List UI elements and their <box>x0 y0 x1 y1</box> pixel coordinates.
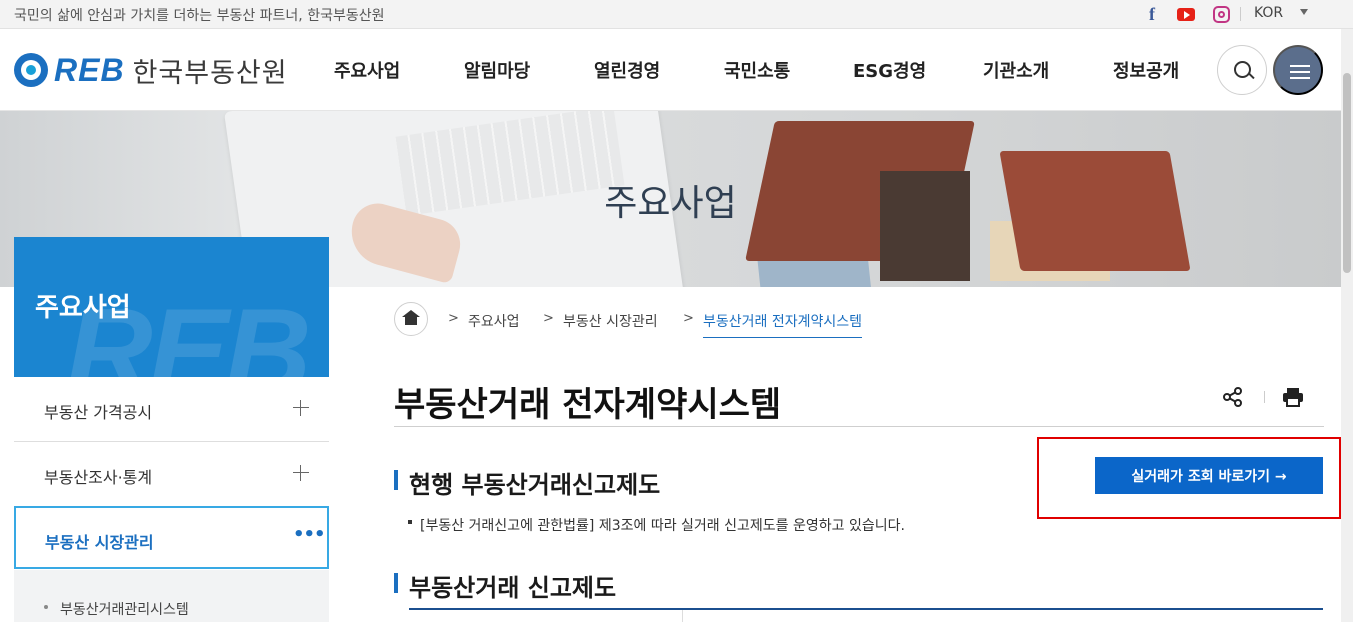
logo-mark-icon <box>14 53 48 87</box>
bullet-icon <box>44 605 48 609</box>
sidebar-title: 주요사업 <box>35 293 131 323</box>
more-icon[interactable]: ••• <box>293 524 326 545</box>
sidebar-item-survey-stats[interactable]: 부동산조사·통계 <box>14 442 329 507</box>
nav-public-communication[interactable]: 국민소통 <box>724 57 790 83</box>
bullet-icon <box>408 520 412 524</box>
sidebar-submenu: 부동산거래관리시스템 <box>14 570 329 622</box>
slogan-text: 국민의 삶에 안심과 가치를 더하는 부동산 파트너, 한국부동산원 <box>14 8 385 24</box>
breadcrumb-item-current[interactable]: 부동산거래 전자계약시스템 <box>703 311 863 338</box>
topbar-divider <box>1240 7 1241 21</box>
nav-disclosure[interactable]: 정보공개 <box>1113 57 1179 83</box>
nav-main-business[interactable]: 주요사업 <box>334 57 400 83</box>
sidebar-subitem-transaction-system[interactable]: 부동산거래관리시스템 <box>60 599 189 619</box>
breadcrumb-separator: > <box>683 311 694 326</box>
sidebar-item-label: 부동산 가격공시 <box>44 403 153 422</box>
breadcrumb-item-market-management[interactable]: 부동산 시장관리 <box>563 311 658 331</box>
scrollbar-thumb[interactable] <box>1343 73 1351 273</box>
chevron-down-icon[interactable] <box>1300 9 1308 15</box>
table-column-divider <box>682 610 683 622</box>
sidebar-header: REB 주요사업 <box>14 237 329 377</box>
section-title-report-system: 부동산거래 신고제도 <box>409 574 617 602</box>
share-icon[interactable] <box>1222 386 1244 408</box>
sidebar-item-market-management[interactable]: 부동산 시장관리 ••• <box>14 506 329 569</box>
breadcrumb-separator: > <box>543 311 554 326</box>
instagram-icon[interactable] <box>1211 4 1231 24</box>
plus-icon[interactable] <box>293 400 309 416</box>
logo-name-text: 한국부동산원 <box>132 57 288 89</box>
section-marker <box>394 470 398 490</box>
search-icon[interactable] <box>1217 45 1267 95</box>
youtube-icon[interactable] <box>1176 4 1196 24</box>
page-title: 부동산거래 전자계약시스템 <box>394 385 782 425</box>
page-scrollbar[interactable] <box>1341 29 1353 622</box>
section-marker <box>394 573 398 593</box>
hero-title: 주요사업 <box>604 183 737 224</box>
home-icon[interactable] <box>394 302 428 336</box>
toolbar-divider <box>1264 391 1265 403</box>
breadcrumb-item-main-business[interactable]: 주요사업 <box>468 311 520 331</box>
sidebar-item-price-disclosure[interactable]: 부동산 가격공시 <box>14 377 329 442</box>
section-title-current-system: 현행 부동산거래신고제도 <box>409 471 661 499</box>
breadcrumb-separator: > <box>448 311 459 326</box>
title-divider <box>394 426 1324 427</box>
site-header: REB 한국부동산원 주요사업 알림마당 열린경영 국민소통 ESG경영 기관소… <box>0 29 1353 111</box>
facebook-icon[interactable]: f <box>1142 4 1162 24</box>
nav-notices[interactable]: 알림마당 <box>464 57 530 83</box>
highlight-box <box>1037 437 1341 519</box>
sidebar-item-label: 부동산 시장관리 <box>45 533 154 552</box>
print-icon[interactable] <box>1282 386 1304 408</box>
plus-icon[interactable] <box>293 465 309 481</box>
nav-about[interactable]: 기관소개 <box>983 57 1049 83</box>
site-logo[interactable]: REB 한국부동산원 <box>14 51 288 89</box>
sidebar-item-label: 부동산조사·통계 <box>44 468 153 487</box>
nav-open-management[interactable]: 열린경영 <box>594 57 660 83</box>
hamburger-menu-icon[interactable] <box>1273 45 1323 95</box>
logo-reb-text: REB <box>54 51 125 88</box>
section-description: [부동산 거래신고에 관한법률] 제3조에 따라 실거래 신고제도를 운영하고 … <box>420 518 905 534</box>
utility-bar: 국민의 삶에 안심과 가치를 더하는 부동산 파트너, 한국부동산원 f KOR <box>0 0 1353 29</box>
language-selector[interactable]: KOR <box>1254 5 1283 21</box>
table-top-border <box>409 608 1323 610</box>
nav-esg[interactable]: ESG경영 <box>853 57 926 83</box>
